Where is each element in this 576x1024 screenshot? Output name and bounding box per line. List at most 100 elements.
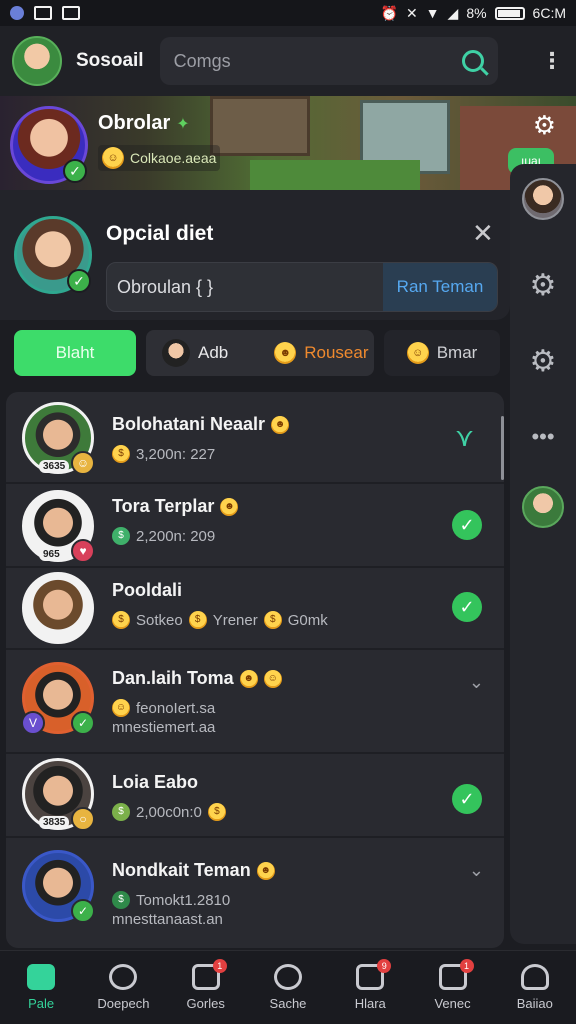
more-options-icon[interactable]: ⋮ bbox=[540, 48, 564, 74]
right-side-rail: ⚙ ⚙ ••• bbox=[510, 164, 576, 944]
close-icon[interactable]: ✕ bbox=[472, 218, 494, 249]
filter-chips: Blaht Adb ☻ Rousear ☺ Bmar bbox=[0, 320, 510, 390]
chip-last[interactable]: ☺ Bmar bbox=[384, 330, 500, 376]
nav-profile[interactable]: Baiiao bbox=[494, 951, 576, 1024]
friend-name: Bolohatani Neaalr bbox=[112, 414, 266, 434]
gear-icon[interactable]: ⚙ bbox=[522, 340, 564, 382]
chip-last-label: Bmar bbox=[436, 343, 478, 362]
search-icon[interactable] bbox=[461, 50, 484, 72]
list-item[interactable]: 965 ♥ Tora Terplar ☻ $2,200n: 209 ✓ bbox=[6, 484, 504, 568]
banner-name: Obrolar bbox=[98, 112, 171, 134]
gamepad-icon: 1 bbox=[191, 959, 227, 990]
chip-group[interactable]: Adb ☻ Rousear bbox=[146, 330, 374, 376]
smiley-emoji-icon: ☺ bbox=[112, 699, 130, 717]
emoji-icon: ☻ bbox=[256, 861, 275, 880]
chip-orange-label[interactable]: Rousear bbox=[304, 343, 368, 363]
more-horizontal-icon[interactable]: ••• bbox=[522, 416, 564, 458]
chip-start[interactable]: Blaht bbox=[14, 330, 136, 376]
emoji-icon: ☻ bbox=[271, 415, 290, 434]
nav-inbox[interactable]: 1 Venec bbox=[411, 951, 493, 1024]
friend-name: Dan.laih Toma bbox=[112, 668, 234, 688]
emoji-icon: ☻ bbox=[220, 497, 239, 516]
purple-badge-icon: V bbox=[21, 711, 45, 735]
settings-gear-icon[interactable]: ⚙ bbox=[533, 110, 556, 141]
list-item[interactable]: Pooldali $ Sotkeo $ Yrener $ G0mk ✓ bbox=[6, 568, 504, 650]
signal-icon: ◢ bbox=[447, 4, 459, 21]
chevron-down-icon[interactable]: ⌄ bbox=[469, 672, 484, 693]
check-icon[interactable]: ✓ bbox=[452, 510, 482, 540]
verified-icon: ✓ bbox=[67, 269, 91, 293]
find-friend-button[interactable]: Ran Teman bbox=[383, 263, 497, 311]
smiley-emoji-icon: ☺ bbox=[102, 147, 124, 169]
coin-icon: $ bbox=[207, 803, 226, 821]
gear-icon[interactable]: ⚙ bbox=[522, 264, 564, 306]
profile-banner[interactable]: ✓ Obrolar ✦ ☺ Colkaoe.aeaa ⚙ ıuaı bbox=[0, 96, 576, 190]
status-bar: ⏰ ✕ ▼ ◢ 8% 6C:M bbox=[0, 0, 576, 26]
wifi-icon: ▼ bbox=[425, 5, 440, 21]
friend-meta-b: Yrener bbox=[212, 611, 258, 629]
banner-scene-building bbox=[210, 96, 310, 156]
list-item[interactable]: ✓ Nondkait Teman ☻ $ Tomokt1.2810 mnesttan… bbox=[6, 838, 504, 948]
nav-dice[interactable]: 9 Hlara bbox=[329, 951, 411, 1024]
heart-badge-icon: ♥ bbox=[71, 539, 95, 563]
friend-name: Loia Eabo bbox=[112, 772, 199, 792]
chip-avatar bbox=[162, 339, 190, 367]
coin-icon: $ bbox=[112, 445, 130, 463]
dice-icon: 9 bbox=[356, 959, 392, 990]
banner-scene-lawn bbox=[250, 160, 420, 190]
banner-avatar[interactable]: ✓ bbox=[10, 106, 88, 184]
nav-label: Baiiao bbox=[516, 996, 553, 1011]
composer-input[interactable] bbox=[117, 276, 383, 298]
image-notification-icon bbox=[34, 6, 52, 20]
fire-emoji-icon: ☻ bbox=[274, 342, 297, 364]
friend-meta: 2,00c0n:0 bbox=[136, 803, 202, 821]
nav-explore[interactable]: Sache bbox=[247, 951, 329, 1024]
list-item[interactable]: V ✓ Dan.laih Toma ☻ ☺ ☺ feonoIert.sa mnesti… bbox=[6, 650, 504, 754]
verified-icon: ✓ bbox=[71, 711, 95, 735]
banner-subtitle: Colkaoe.aeaa bbox=[130, 150, 217, 166]
friend-meta: 2,200n: 209 bbox=[136, 527, 216, 545]
friend-name: Pooldali bbox=[112, 580, 183, 600]
list-item[interactable]: 3635 ☺ Bolohatani Neaalr ☻ $3,200n: 227 ⋎ bbox=[6, 392, 504, 484]
mute-icon: ✕ bbox=[405, 4, 418, 21]
profile-icon bbox=[520, 964, 549, 990]
list-item[interactable]: 3835 ○ Loia Eabo $2,00c0n:0 $ ✓ bbox=[6, 754, 504, 838]
profile-avatar[interactable] bbox=[12, 36, 62, 86]
explore-icon bbox=[273, 964, 302, 990]
nav-label: Gorles bbox=[186, 996, 225, 1011]
smiley-emoji-icon: ☺ bbox=[406, 342, 429, 364]
verified-icon: ✓ bbox=[63, 159, 87, 183]
home-icon bbox=[27, 964, 56, 990]
search-input[interactable] bbox=[173, 50, 462, 72]
chip-add-label[interactable]: Adb bbox=[198, 343, 228, 363]
notification-badge: 9 bbox=[377, 959, 392, 973]
friend-meta: Tomokt1.2810 bbox=[136, 891, 231, 909]
rail-avatar[interactable] bbox=[522, 178, 564, 220]
send-arrow-icon[interactable]: ⋎ bbox=[455, 422, 474, 453]
cash-icon: $ bbox=[112, 527, 130, 545]
check-icon[interactable]: ✓ bbox=[452, 592, 482, 622]
composer-field[interactable]: Ran Teman bbox=[106, 262, 498, 312]
search-bar[interactable] bbox=[159, 37, 498, 85]
composer-avatar: ✓ bbox=[14, 216, 92, 294]
cash-icon: $ bbox=[112, 803, 130, 821]
inbox-icon: 1 bbox=[438, 959, 474, 990]
nav-search[interactable]: Doepech bbox=[82, 951, 164, 1024]
chevron-down-icon[interactable]: ⌄ bbox=[469, 860, 484, 881]
coin-icon: $ bbox=[188, 611, 207, 629]
verified-icon: ✓ bbox=[71, 899, 95, 923]
friend-meta: Sotkeo bbox=[136, 611, 183, 629]
friend-avatar: 3635 ☺ bbox=[22, 402, 95, 475]
clock: 6C:M bbox=[532, 5, 566, 21]
composer-card: ✓ Opcial diet ✕ Ran Teman bbox=[0, 190, 510, 320]
rail-avatar[interactable] bbox=[522, 486, 564, 528]
check-icon[interactable]: ✓ bbox=[452, 784, 482, 814]
notification-badge: 1 bbox=[459, 959, 474, 973]
friend-avatar: 965 ♥ bbox=[22, 490, 95, 563]
nav-home[interactable]: Pale bbox=[0, 951, 82, 1024]
nav-games[interactable]: 1 Gorles bbox=[165, 951, 247, 1024]
emoji-icon: ☺ bbox=[263, 669, 282, 688]
friend-meta-c: G0mk bbox=[287, 611, 328, 629]
emoji-badge-icon: ☺ bbox=[71, 451, 95, 475]
friend-name: Tora Terplar bbox=[112, 496, 215, 516]
